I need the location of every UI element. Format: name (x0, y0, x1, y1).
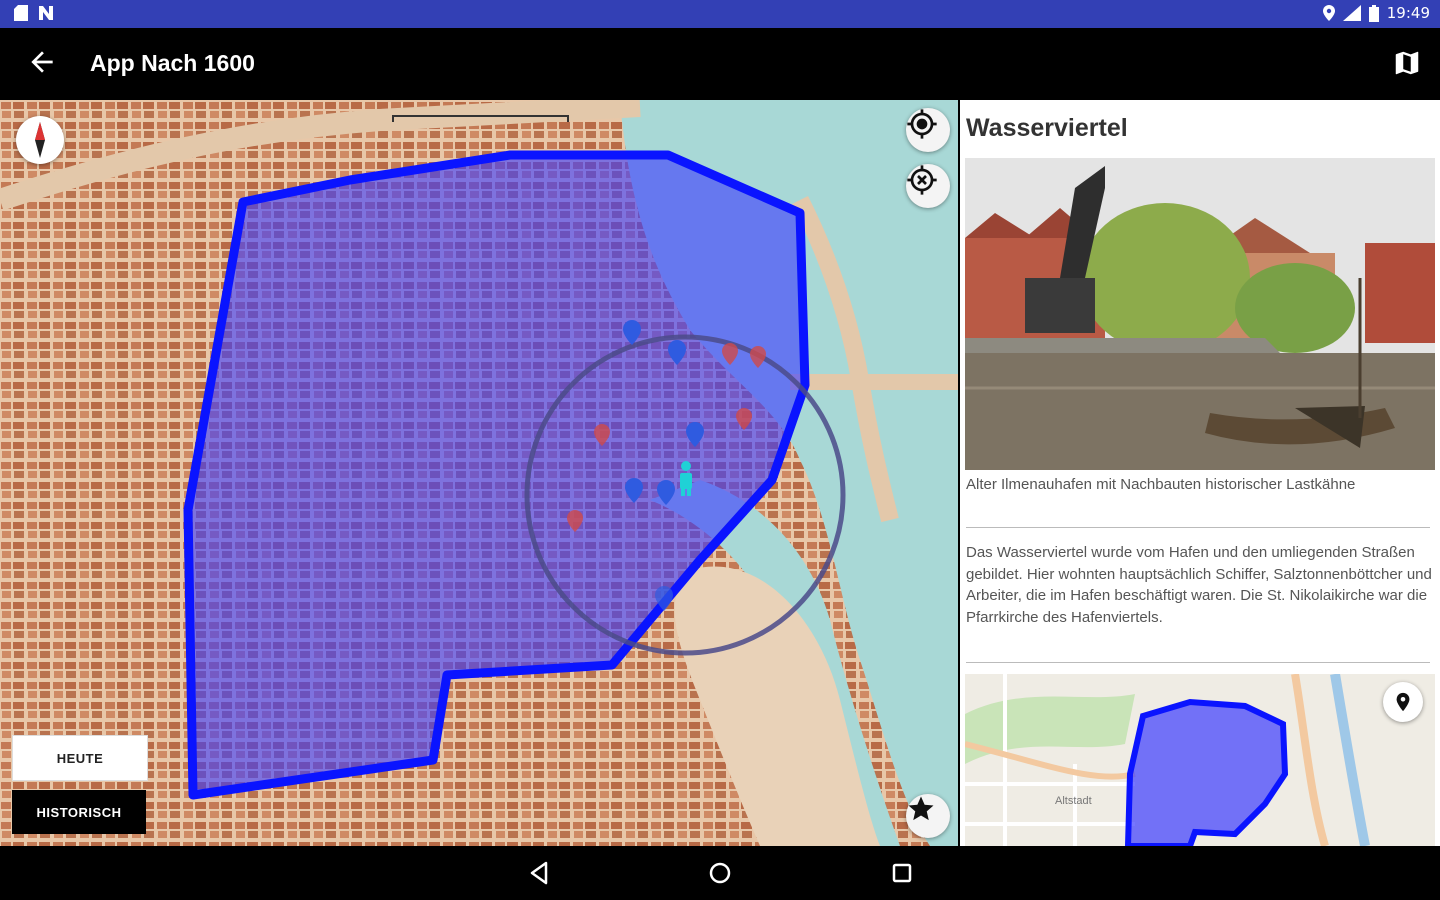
divider (966, 662, 1430, 663)
my-location-icon (907, 109, 937, 139)
app-bar: App Nach 1600 (0, 28, 1440, 100)
historic-layer-button[interactable]: HISTORISCH (12, 790, 146, 834)
today-layer-button[interactable]: HEUTE (12, 735, 148, 781)
location-icon (1322, 5, 1335, 21)
detail-panel: Wasserviertel Alter Ilmenauhafen mit Nac… (960, 100, 1440, 846)
detail-title: Wasserviertel (966, 114, 1128, 142)
compass-icon (35, 122, 45, 158)
map-view[interactable]: HEUTE HISTORISCH (0, 100, 958, 846)
nav-back-icon[interactable] (526, 859, 554, 887)
n-icon (39, 6, 53, 20)
arrow-back-icon[interactable] (26, 46, 58, 78)
my-location-button[interactable] (906, 108, 950, 152)
status-bar: 19:49 (0, 0, 1440, 28)
star-icon (908, 796, 934, 821)
status-time: 19:49 (1386, 4, 1430, 22)
map-marker-icon (1396, 692, 1410, 712)
sd-card-icon (14, 5, 28, 21)
nav-home-icon[interactable] (706, 859, 734, 887)
minimap-label: Altstadt (1055, 795, 1092, 807)
map-icon[interactable] (1392, 48, 1422, 78)
clear-selection-button[interactable] (906, 164, 950, 208)
close-circle-icon (907, 165, 937, 195)
harbor-photo (965, 158, 1435, 470)
minimap-location-button[interactable] (1383, 682, 1423, 722)
photo-caption: Alter Ilmenauhafen mit Nachbauten histor… (966, 476, 1356, 493)
battery-icon (1368, 4, 1379, 22)
favorite-button[interactable] (906, 794, 950, 838)
mini-map[interactable]: Altstadt (965, 674, 1435, 846)
page-title: App Nach 1600 (90, 50, 255, 76)
detail-description: Das Wasserviertel wurde vom Hafen und de… (966, 544, 1432, 626)
system-nav-bar (0, 846, 1440, 900)
nav-recents-icon[interactable] (888, 859, 916, 887)
divider (966, 527, 1430, 528)
signal-icon (1342, 5, 1361, 21)
compass-button[interactable] (16, 116, 64, 164)
